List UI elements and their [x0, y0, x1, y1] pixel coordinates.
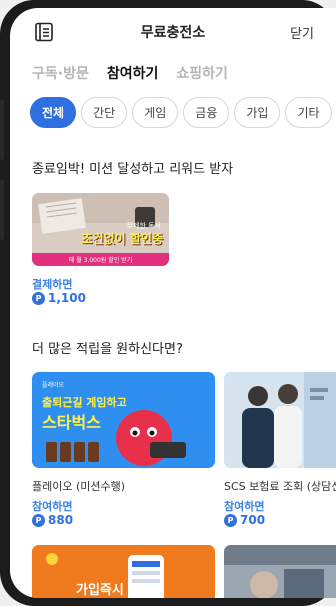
chip-signup[interactable]: 가입: [234, 97, 281, 128]
deadline-offer-reward: P 1,100: [32, 291, 86, 305]
offer-name: SCS 보험료 조회 (상담신: [224, 480, 336, 493]
tab-participate[interactable]: 참여하기: [107, 63, 159, 83]
reward-value: 1,100: [48, 291, 86, 305]
chip-all[interactable]: 전체: [30, 97, 77, 128]
banner-line-3: 매 월 3,000원 할인 받기: [68, 257, 133, 264]
phone-frame: 무료충전소 닫기 구독·방문 참여하기 쇼핑하기 전체 간단 게임 금융 가입 …: [0, 0, 336, 606]
close-button[interactable]: 닫기: [290, 23, 314, 42]
tab-subscribe-visit[interactable]: 구독·방문: [32, 63, 89, 83]
point-coin-icon: P: [224, 513, 237, 527]
app-screen: 무료충전소 닫기 구독·방문 참여하기 쇼핑하기 전체 간단 게임 금융 가입 …: [10, 8, 336, 598]
scs-people-art: [224, 372, 336, 468]
main-tabs: 구독·방문 참여하기 쇼핑하기: [32, 63, 228, 83]
bottom-banner-art: [224, 545, 336, 598]
section-title-more: 더 많은 적립을 원하신다면?: [32, 342, 183, 357]
point-coin-icon: P: [32, 513, 45, 527]
reward-value: 880: [48, 513, 74, 527]
offer-reward: P 700: [224, 513, 265, 527]
offer-banner-bottom-2[interactable]: [224, 545, 336, 598]
header: 무료충전소 닫기: [10, 8, 336, 56]
reward-value: 700: [240, 513, 266, 527]
volume-button: [0, 100, 4, 160]
playo-mascot-art: [46, 410, 186, 466]
offer-action: 참여하면: [224, 500, 265, 513]
chip-simple[interactable]: 간단: [81, 97, 128, 128]
tab-shopping[interactable]: 쇼핑하기: [176, 63, 228, 83]
deadline-offer-action: 결제하면: [32, 278, 73, 291]
offer-banner-bottom-1[interactable]: 가입즉시: [32, 545, 215, 598]
offer-banner-scs[interactable]: [224, 372, 336, 468]
deadline-offer-banner[interactable]: 무제한 독서 조건없이 할인중 매 월 3,000원 할인 받기: [32, 193, 169, 266]
banner-signup-text: 가입즉시: [76, 583, 124, 598]
category-chips: 전체 간단 게임 금융 가입 기타: [30, 97, 332, 128]
point-coin-icon: P: [32, 291, 45, 305]
offer-action: 참여하면: [32, 500, 73, 513]
chip-finance[interactable]: 금융: [183, 97, 230, 128]
banner-line-2: 조건없이 할인중: [81, 232, 163, 246]
offer-banner-playo[interactable]: 플레이오 출퇴근길 게임하고 스타벅스: [32, 372, 215, 468]
section-title-deadline: 종료임박! 미션 달성하고 리워드 받자: [32, 162, 234, 177]
chip-other[interactable]: 기타: [285, 97, 332, 128]
page-title: 무료충전소: [140, 25, 206, 41]
offer-name: 플레이오 (미션수행): [32, 480, 126, 493]
chip-game[interactable]: 게임: [132, 97, 179, 128]
offer-reward: P 880: [32, 513, 73, 527]
volume-button-lower: [0, 180, 4, 240]
